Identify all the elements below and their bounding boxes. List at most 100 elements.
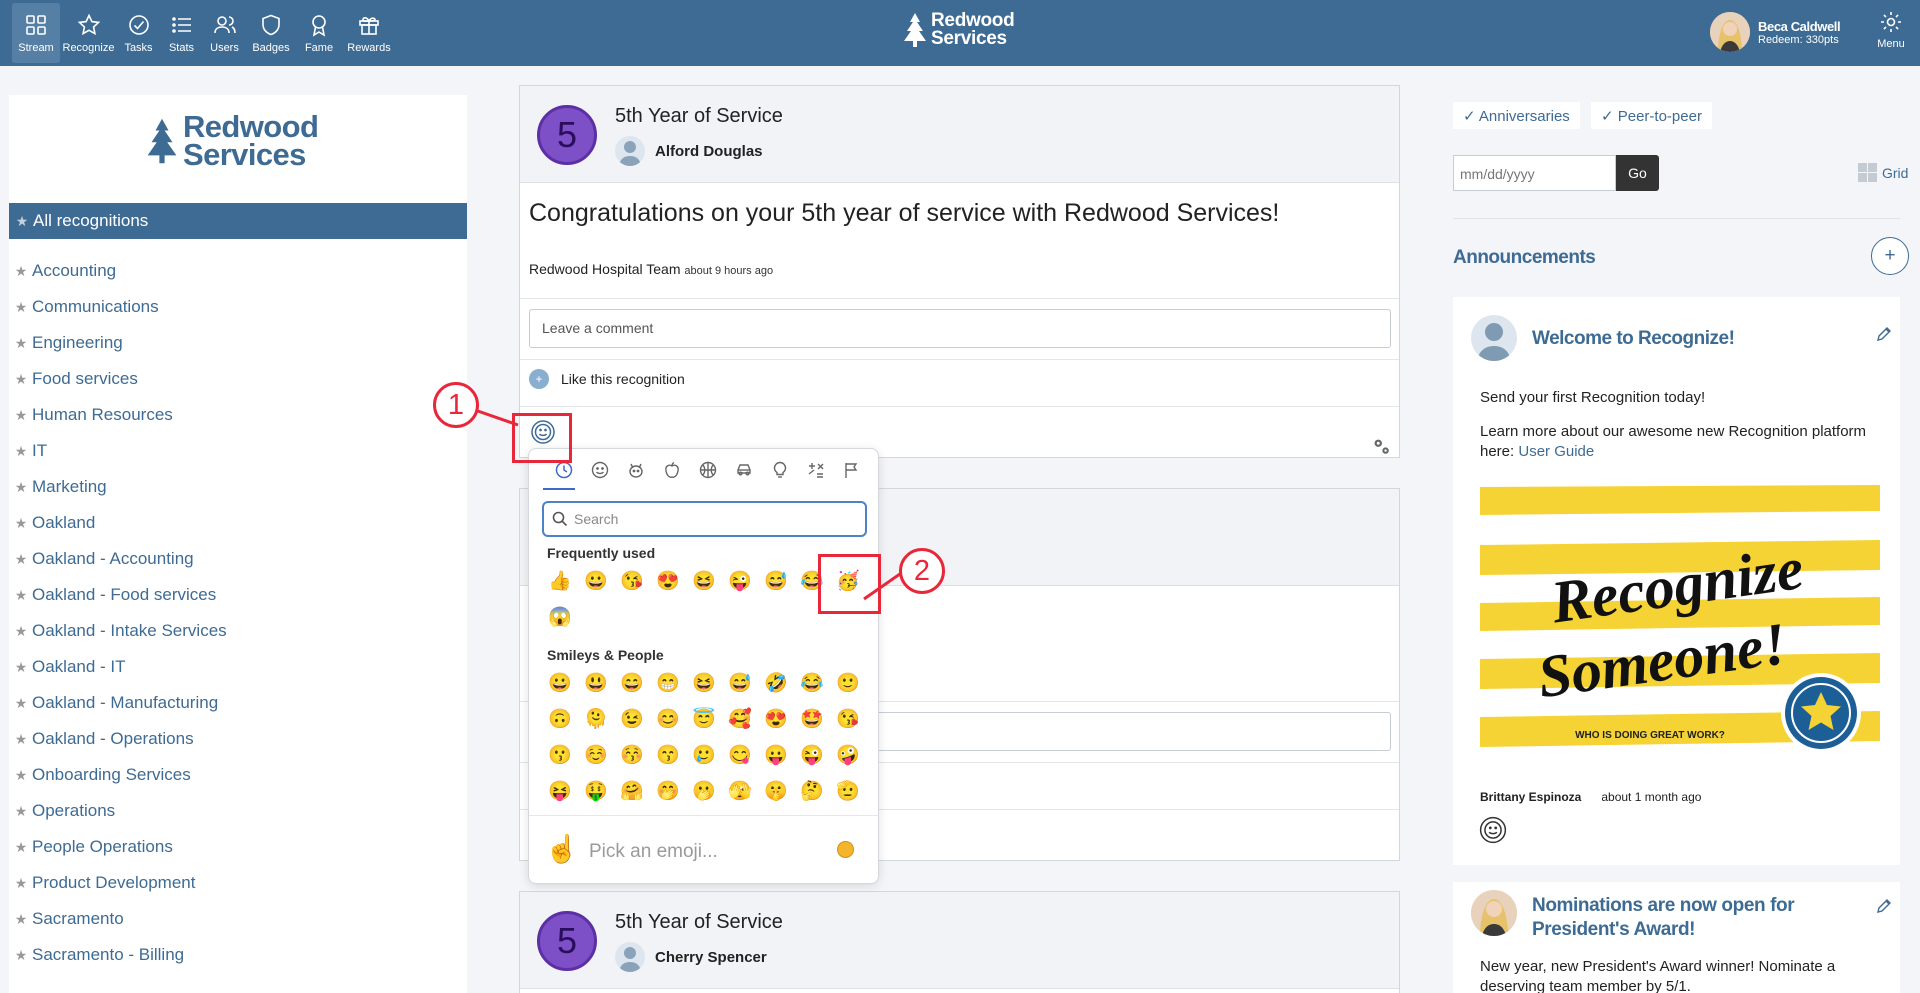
emoji[interactable]: 🤗 bbox=[614, 773, 650, 809]
tab-activities[interactable] bbox=[690, 461, 726, 483]
emoji[interactable]: 🙂 bbox=[830, 665, 866, 701]
nav-fame[interactable]: Fame bbox=[296, 3, 342, 63]
emoji[interactable]: 😚 bbox=[614, 737, 650, 773]
sender-name[interactable]: Redwood Hospital Team bbox=[529, 261, 681, 277]
sidebar-item[interactable]: ★ Oakland - Accounting bbox=[14, 541, 227, 577]
recipient[interactable]: Cherry Spencer bbox=[615, 942, 767, 972]
nav-stats[interactable]: Stats bbox=[160, 3, 203, 63]
sidebar-item[interactable]: ★ Human Resources bbox=[14, 397, 227, 433]
emoji[interactable]: 😱 bbox=[542, 599, 578, 635]
sidebar-item[interactable]: ★ Oakland - Manufacturing bbox=[14, 685, 227, 721]
announcement-title[interactable]: Welcome to Recognize! bbox=[1532, 328, 1735, 350]
user-guide-link[interactable]: User Guide bbox=[1518, 443, 1594, 460]
emoji[interactable]: 🥰 bbox=[722, 701, 758, 737]
go-button[interactable]: Go bbox=[1616, 155, 1659, 191]
pencil-icon[interactable] bbox=[1876, 898, 1892, 914]
add-reaction-smiley-icon[interactable] bbox=[1479, 816, 1507, 844]
sidebar-item[interactable]: ★ Engineering bbox=[14, 325, 227, 361]
sidebar-item[interactable]: ★ Operations bbox=[14, 793, 227, 829]
emoji[interactable]: 😆 bbox=[686, 563, 722, 599]
emoji[interactable]: 😄 bbox=[614, 665, 650, 701]
recipient[interactable]: Alford Douglas bbox=[615, 136, 763, 166]
brand-logo[interactable]: Redwood Services bbox=[902, 11, 1015, 48]
emoji[interactable]: 😅 bbox=[722, 665, 758, 701]
filter-anniversaries[interactable]: ✓ Anniversaries bbox=[1453, 102, 1580, 129]
emoji[interactable]: 😛 bbox=[758, 737, 794, 773]
sidebar-item[interactable]: ★ Food services bbox=[14, 361, 227, 397]
emoji[interactable]: 🤫 bbox=[758, 773, 794, 809]
sidebar-item[interactable]: ★ Product Development bbox=[14, 865, 227, 901]
sidebar-item[interactable]: ★ Onboarding Services bbox=[14, 757, 227, 793]
menu-button[interactable]: Menu bbox=[1872, 10, 1910, 50]
user-profile[interactable]: Beca Caldwell Redeem: 330pts bbox=[1710, 12, 1841, 52]
emoji[interactable]: 🤣 bbox=[758, 665, 794, 701]
like-button[interactable]: + Like this recognition bbox=[529, 369, 685, 389]
nav-badges[interactable]: Badges bbox=[246, 3, 296, 63]
emoji[interactable]: 😍 bbox=[758, 701, 794, 737]
emoji[interactable]: 😍 bbox=[650, 563, 686, 599]
emoji[interactable]: 😂 bbox=[794, 665, 830, 701]
nav-stream[interactable]: Stream bbox=[12, 3, 60, 63]
emoji[interactable]: 😇 bbox=[686, 701, 722, 737]
emoji[interactable]: 😘 bbox=[614, 563, 650, 599]
sidebar-item[interactable]: ★ Oakland - Operations bbox=[14, 721, 227, 757]
recognition-title[interactable]: 5th Year of Service bbox=[615, 911, 783, 934]
emoji[interactable]: 🤑 bbox=[578, 773, 614, 809]
sidebar-item[interactable]: ★ Accounting bbox=[14, 253, 227, 289]
emoji[interactable]: 😜 bbox=[794, 737, 830, 773]
tab-travel[interactable] bbox=[726, 461, 762, 483]
emoji[interactable]: 😀 bbox=[542, 665, 578, 701]
emoji[interactable]: 😀 bbox=[578, 563, 614, 599]
emoji[interactable]: 😅 bbox=[758, 563, 794, 599]
sidebar-item[interactable]: ★ Oakland - IT bbox=[14, 649, 227, 685]
emoji[interactable]: 🥲 bbox=[686, 737, 722, 773]
emoji[interactable]: 🙃 bbox=[542, 701, 578, 737]
sidebar-item[interactable]: ★ IT bbox=[14, 433, 227, 469]
sidebar-item[interactable]: ★ Communications bbox=[14, 289, 227, 325]
pencil-icon[interactable] bbox=[1876, 326, 1892, 342]
tab-recent[interactable] bbox=[546, 461, 582, 483]
sidebar-item[interactable]: ★ Oakland - Food services bbox=[14, 577, 227, 613]
tab-objects[interactable] bbox=[762, 461, 798, 483]
emoji[interactable]: 🫢 bbox=[686, 773, 722, 809]
recognition-title[interactable]: 5th Year of Service bbox=[615, 105, 783, 128]
emoji[interactable]: 😃 bbox=[578, 665, 614, 701]
emoji[interactable]: 🤔 bbox=[794, 773, 830, 809]
tab-food[interactable] bbox=[654, 461, 690, 483]
sidebar-item[interactable]: ★ Sacramento - Billing bbox=[14, 937, 227, 973]
sidebar-item[interactable]: ★ Sacramento bbox=[14, 901, 227, 937]
tab-symbols[interactable] bbox=[798, 461, 834, 483]
sidebar-item[interactable]: ★ Oakland bbox=[14, 505, 227, 541]
sidebar-item[interactable]: ★ Oakland - Intake Services bbox=[14, 613, 227, 649]
nav-rewards[interactable]: Rewards bbox=[342, 3, 396, 63]
emoji[interactable]: 😝 bbox=[542, 773, 578, 809]
emoji[interactable]: 😘 bbox=[830, 701, 866, 737]
date-input[interactable]: mm/dd/yyyy bbox=[1453, 155, 1616, 191]
emoji[interactable]: 🤩 bbox=[794, 701, 830, 737]
nav-users[interactable]: Users bbox=[203, 3, 246, 63]
tab-smileys[interactable] bbox=[582, 461, 618, 483]
emoji[interactable]: 😙 bbox=[650, 737, 686, 773]
emoji[interactable]: 🫣 bbox=[722, 773, 758, 809]
tab-flags[interactable] bbox=[834, 461, 870, 483]
emoji-search-input[interactable]: Search bbox=[542, 501, 867, 537]
sidebar-item[interactable]: ★ Marketing bbox=[14, 469, 227, 505]
nav-tasks[interactable]: Tasks bbox=[117, 3, 160, 63]
announcement-title[interactable]: Nominations are now open for President's… bbox=[1532, 894, 1882, 942]
emoji[interactable]: 😋 bbox=[722, 737, 758, 773]
gear-icon[interactable] bbox=[1370, 435, 1392, 457]
emoji[interactable]: 😆 bbox=[686, 665, 722, 701]
comment-input[interactable]: Leave a comment bbox=[529, 309, 1391, 348]
emoji[interactable]: 👍 bbox=[542, 563, 578, 599]
skin-tone-selector[interactable] bbox=[837, 841, 854, 858]
emoji[interactable]: 😉 bbox=[614, 701, 650, 737]
grid-toggle[interactable]: Grid bbox=[1858, 163, 1908, 182]
emoji[interactable]: 😁 bbox=[650, 665, 686, 701]
emoji[interactable]: 🤪 bbox=[830, 737, 866, 773]
service-badge[interactable]: 5 bbox=[537, 105, 597, 165]
emoji[interactable]: 😜 bbox=[722, 563, 758, 599]
emoji[interactable]: 😊 bbox=[650, 701, 686, 737]
author-name[interactable]: Brittany Espinoza bbox=[1480, 790, 1581, 804]
emoji[interactable]: 🫠 bbox=[578, 701, 614, 737]
emoji[interactable]: 🤭 bbox=[650, 773, 686, 809]
